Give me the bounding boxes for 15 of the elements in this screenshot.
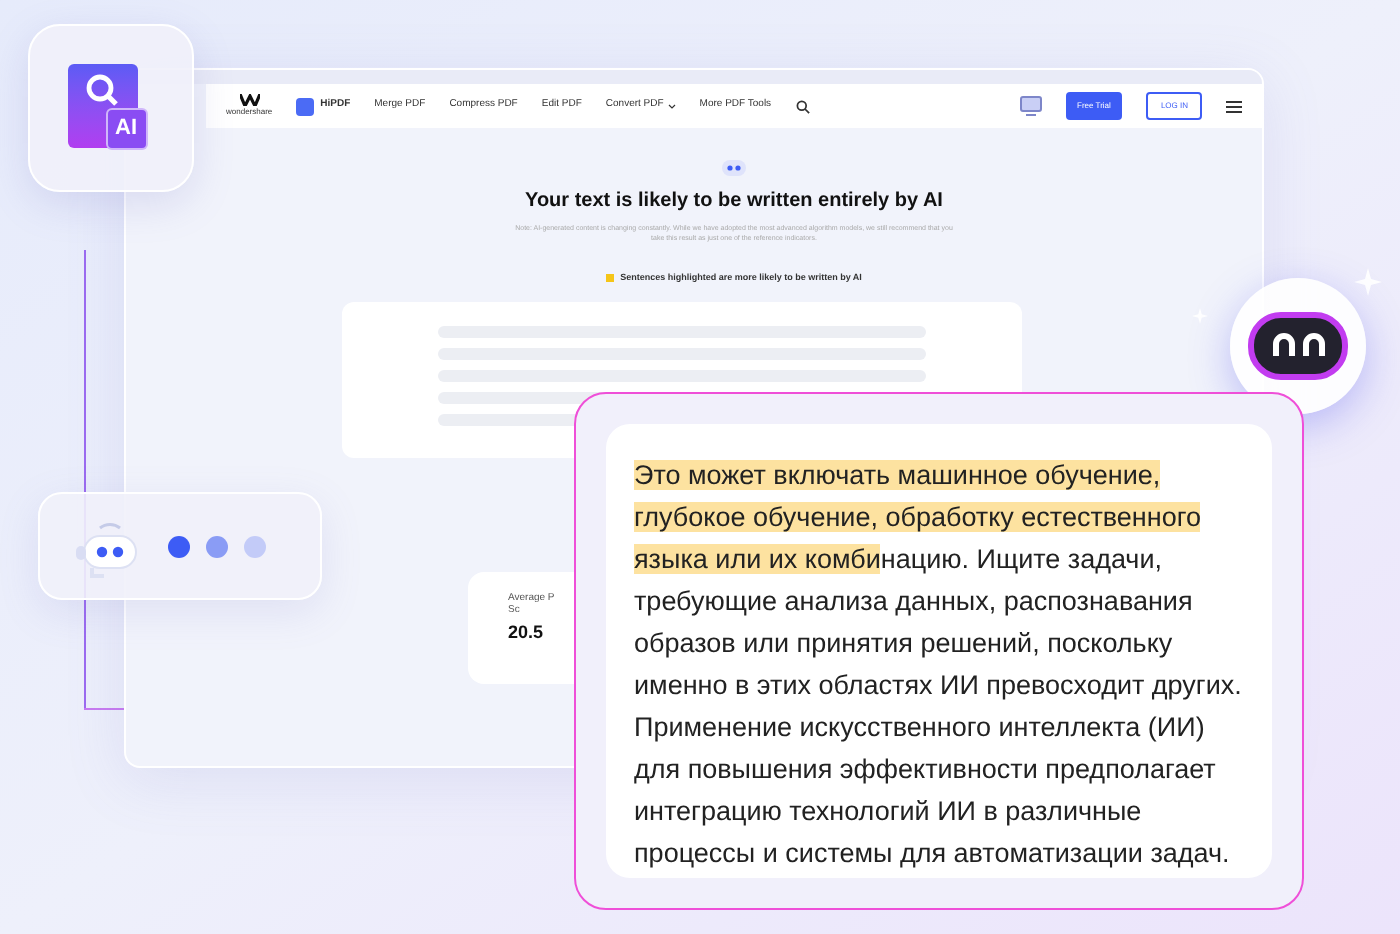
robot-face-icon <box>1248 312 1348 380</box>
sparkle-icon <box>1354 268 1382 296</box>
result-title: Your text is likely to be written entirely by AI <box>525 188 943 216</box>
score-value: 20.5 <box>508 620 544 646</box>
menu-icon[interactable] <box>1226 99 1242 113</box>
search-icon[interactable] <box>795 99 810 113</box>
legend-swatch <box>606 274 615 283</box>
caret-icon <box>667 103 676 109</box>
excerpt-paragraph: Это может включать машинное обучение, глубокое обучение, обработку естественного языка или их комбинацию. Ищите задачи, требующие анализа данных, распознавания образов или принятия решений, поскольку именно в этих областях ИИ превосходит других. Применение искусственного интеллекта (ИИ) для повышения эффективности предполагает интеграцию технологий ИИ в различные процессы и системы для автоматизации задач. <box>634 458 1244 872</box>
app-icon <box>296 97 315 115</box>
monitor-icon[interactable] <box>1019 96 1042 116</box>
search-icon <box>84 72 120 108</box>
ai-label: AI <box>105 108 147 150</box>
logo-icon <box>239 94 260 106</box>
robot-icon <box>720 156 748 178</box>
